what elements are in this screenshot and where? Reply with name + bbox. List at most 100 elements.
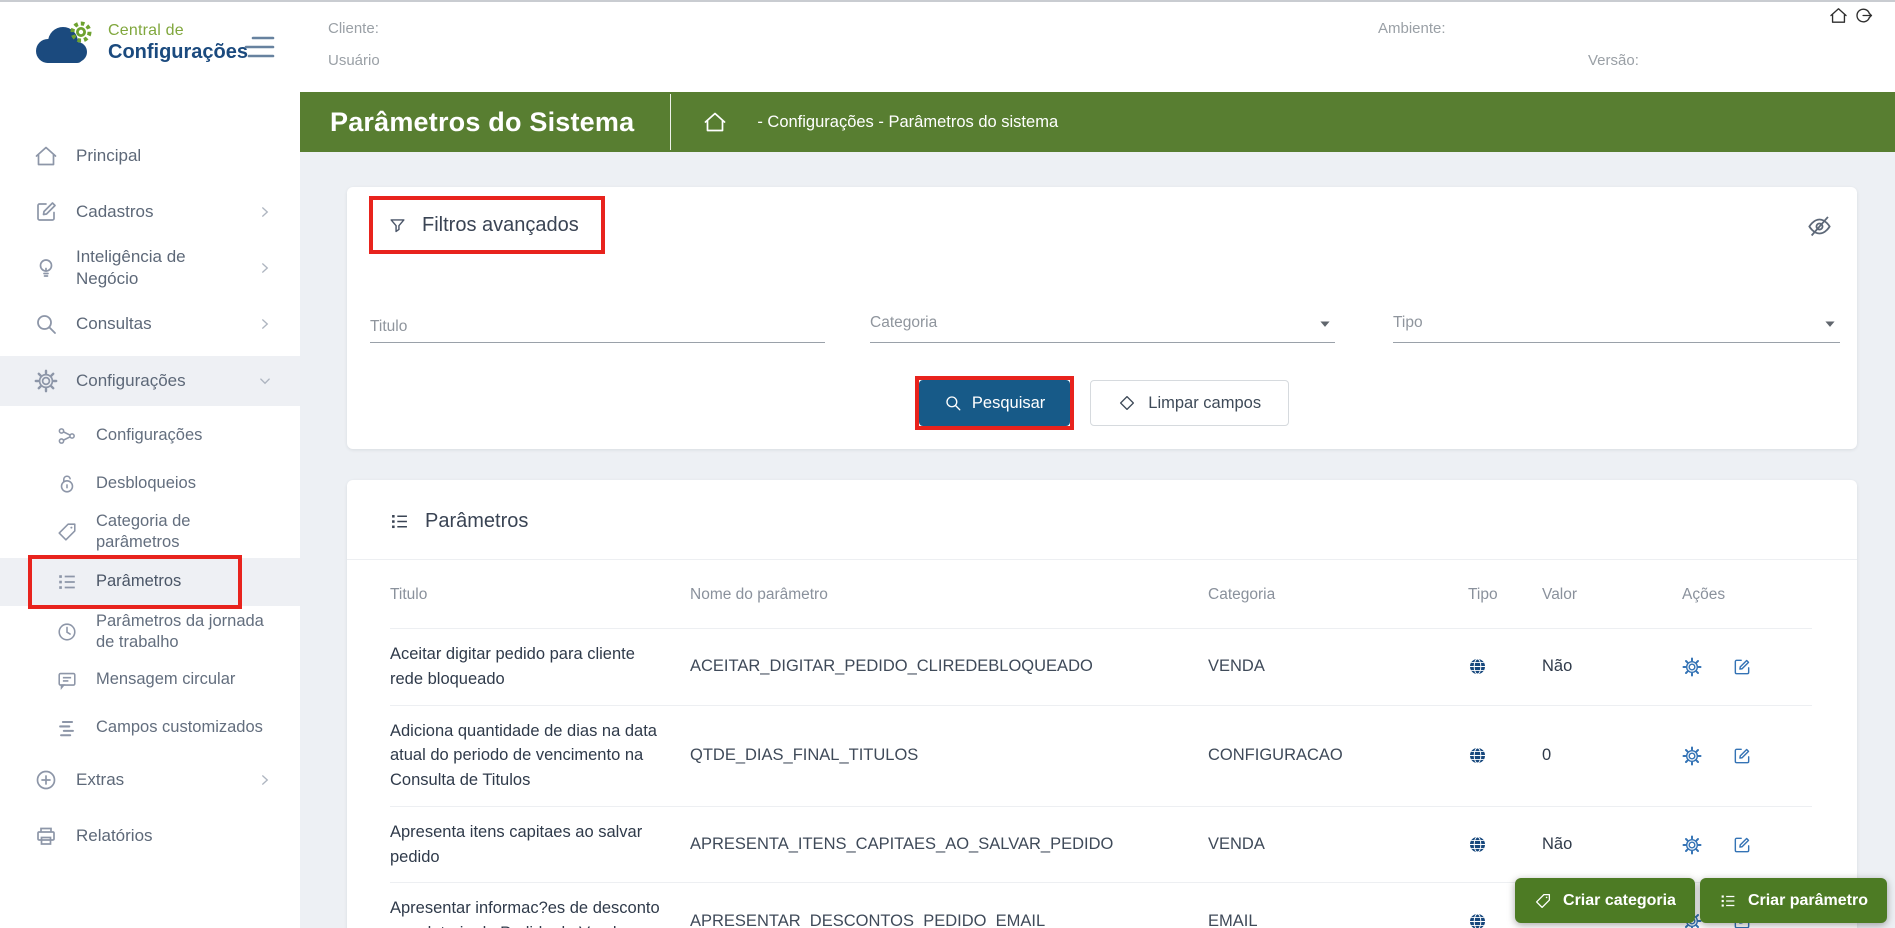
categoria-select-label: Categoria xyxy=(870,314,937,332)
sidebar-item-label: Parâmetros xyxy=(96,571,181,592)
logout-icon[interactable] xyxy=(1854,6,1873,25)
column-header-nome: Nome do parâmetro xyxy=(690,560,1208,629)
column-header-acoes: Ações xyxy=(1682,560,1812,629)
tag-icon xyxy=(56,521,78,543)
plus-circle-icon xyxy=(34,768,58,792)
home-icon[interactable] xyxy=(1829,6,1848,25)
categoria-select[interactable]: Categoria xyxy=(870,293,1335,343)
list-icon xyxy=(1719,892,1737,910)
settings-action-icon[interactable] xyxy=(1682,746,1702,766)
search-icon xyxy=(944,394,962,412)
column-header-titulo: Titulo xyxy=(390,560,690,629)
sidebar-item-label: Categoria de parâmetros xyxy=(96,511,274,553)
eye-off-icon[interactable] xyxy=(1806,213,1833,240)
globe-icon xyxy=(1468,912,1487,928)
parameters-panel: Parâmetros Titulo Nome do parâmetro Cate… xyxy=(347,480,1857,928)
table-header-row: Titulo Nome do parâmetro Categoria Tipo … xyxy=(390,560,1812,629)
cell-categoria: VENDA xyxy=(1208,629,1468,706)
sidebar-subitem-configuracoes[interactable]: Configurações xyxy=(0,414,300,458)
cell-valor: Não xyxy=(1542,629,1682,706)
titulo-input[interactable] xyxy=(370,318,825,336)
sidebar-item-label: Principal xyxy=(76,145,141,167)
sidebar-subitem-campos-customizados[interactable]: Campos customizados xyxy=(0,706,300,750)
logo-line2: Configurações xyxy=(108,41,248,64)
cell-categoria: VENDA xyxy=(1208,806,1468,883)
create-category-label: Criar categoria xyxy=(1563,892,1676,910)
message-icon xyxy=(56,669,78,691)
filter-fields-row: Categoria Tipo xyxy=(370,293,1840,343)
edit-action-icon[interactable] xyxy=(1732,835,1752,855)
table-row: Aceitar digitar pedido para cliente rede… xyxy=(390,629,1812,706)
titulo-field[interactable] xyxy=(370,293,825,343)
edit-action-icon[interactable] xyxy=(1732,657,1752,677)
create-parameter-button[interactable]: Criar parâmetro xyxy=(1700,878,1887,923)
sidebar-item-label: Configurações xyxy=(76,370,186,392)
search-icon xyxy=(34,312,58,336)
sidebar-item-label: Mensagem circular xyxy=(96,669,235,690)
create-parameter-label: Criar parâmetro xyxy=(1748,892,1868,910)
search-button-label: Pesquisar xyxy=(972,394,1045,413)
globe-icon xyxy=(1468,657,1487,676)
sidebar-item-cadastros[interactable]: Cadastros xyxy=(0,188,300,236)
edit-action-icon[interactable] xyxy=(1732,746,1752,766)
sidebar-item-label: Inteligência de Negócio xyxy=(76,246,244,290)
column-header-categoria: Categoria xyxy=(1208,560,1468,629)
search-button[interactable]: Pesquisar xyxy=(919,380,1070,426)
clock-icon xyxy=(56,621,78,643)
table-row: Adiciona quantidade de dias na data atua… xyxy=(390,705,1812,806)
edit-icon xyxy=(34,200,58,224)
filters-panel-title: Filtros avançados xyxy=(422,214,579,237)
column-header-valor: Valor xyxy=(1542,560,1682,629)
cell-nome: APRESENTAR_DESCONTOS_PEDIDO_EMAIL xyxy=(690,883,1208,928)
row-actions xyxy=(1682,746,1792,766)
user-label: Usuário xyxy=(328,52,380,69)
sidebar-subitem-parametros-da-jornada[interactable]: Parâmetros da jornada de trabalho xyxy=(0,610,300,654)
create-category-button[interactable]: Criar categoria xyxy=(1515,878,1695,923)
filter-actions-row: Pesquisar Limpar campos xyxy=(347,376,1857,430)
sidebar-item-relatorios[interactable]: Relatórios xyxy=(0,812,300,860)
caret-down-icon[interactable] xyxy=(1315,314,1335,334)
chevron-right-icon xyxy=(256,259,274,277)
clear-fields-button[interactable]: Limpar campos xyxy=(1090,380,1289,426)
main-content: Filtros avançados Categoria Tipo Pesquis… xyxy=(300,152,1895,928)
settings-action-icon[interactable] xyxy=(1682,657,1702,677)
clear-fields-button-label: Limpar campos xyxy=(1148,394,1261,413)
sidebar-item-inteligencia-de-negocio[interactable]: Inteligência de Negócio xyxy=(0,244,300,292)
parameters-panel-title: Parâmetros xyxy=(425,510,528,533)
sidebar-item-configuracoes[interactable]: Configurações xyxy=(0,356,300,406)
sidebar-item-extras[interactable]: Extras xyxy=(0,756,300,804)
tipo-select[interactable]: Tipo xyxy=(1393,293,1840,343)
sidebar-subitem-desbloqueios[interactable]: Desbloqueios xyxy=(0,462,300,506)
tag-icon xyxy=(1534,892,1552,910)
header-action-icons xyxy=(1829,6,1873,25)
page-banner: Parâmetros do Sistema - Configurações - … xyxy=(300,92,1895,152)
cell-categoria: CONFIGURACAO xyxy=(1208,705,1468,806)
banner-divider xyxy=(670,94,671,150)
sidebar-subitem-categoria-de-parametros[interactable]: Categoria de parâmetros xyxy=(0,510,300,554)
cell-valor: Não xyxy=(1542,806,1682,883)
sidebar-item-consultas[interactable]: Consultas xyxy=(0,300,300,348)
bulb-icon xyxy=(34,256,58,280)
hamburger-menu-icon[interactable] xyxy=(243,34,275,62)
sidebar-item-principal[interactable]: Principal xyxy=(0,132,300,180)
cell-categoria: EMAIL xyxy=(1208,883,1468,928)
environment-label: Ambiente: xyxy=(1378,20,1446,37)
gear-icon xyxy=(34,369,58,393)
globe-icon xyxy=(1468,835,1487,854)
sidebar-subitem-parametros[interactable]: Parâmetros xyxy=(0,558,300,606)
sidebar-subitem-mensagem-circular[interactable]: Mensagem circular xyxy=(0,658,300,702)
nodes-icon xyxy=(56,425,78,447)
table-row: Apresenta itens capitaes ao salvar pedid… xyxy=(390,806,1812,883)
caret-down-icon[interactable] xyxy=(1820,314,1840,334)
cell-nome: APRESENTA_ITENS_CAPITAES_AO_SALVAR_PEDID… xyxy=(690,806,1208,883)
list-icon xyxy=(389,511,410,532)
chevron-down-icon xyxy=(256,372,274,390)
stack-icon xyxy=(56,717,78,739)
client-label: Cliente: xyxy=(328,20,379,37)
cell-valor: 0 xyxy=(1542,705,1682,806)
app-logo[interactable]: Central de Configurações xyxy=(30,20,248,66)
settings-action-icon[interactable] xyxy=(1682,835,1702,855)
row-actions xyxy=(1682,835,1792,855)
breadcrumb-home-icon[interactable] xyxy=(703,110,727,134)
sidebar-item-label: Cadastros xyxy=(76,201,153,223)
